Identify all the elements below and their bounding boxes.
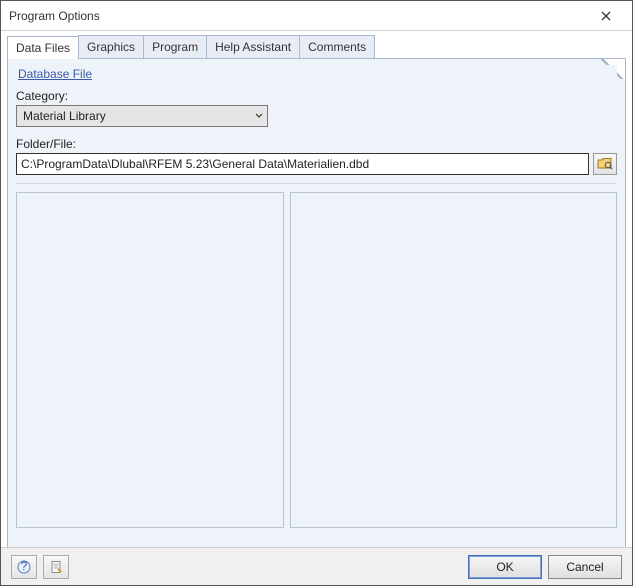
cancel-button[interactable]: Cancel bbox=[548, 555, 622, 579]
window-title: Program Options bbox=[9, 9, 100, 23]
group-title: Database File bbox=[16, 65, 617, 85]
search-folder-icon bbox=[597, 157, 613, 171]
right-panel bbox=[290, 192, 617, 528]
tab-comments[interactable]: Comments bbox=[299, 35, 375, 58]
category-value: Material Library bbox=[23, 109, 106, 123]
tab-body: Database File Category: Material Library… bbox=[7, 59, 626, 551]
title-bar: Program Options bbox=[1, 1, 632, 31]
document-icon bbox=[49, 560, 63, 574]
ok-label: OK bbox=[496, 560, 513, 574]
default-button[interactable] bbox=[43, 555, 69, 579]
tab-label: Program bbox=[152, 40, 198, 54]
footer-right: OK Cancel bbox=[468, 555, 622, 579]
category-label: Category: bbox=[16, 89, 617, 103]
database-file-section: Database File Category: Material Library… bbox=[16, 65, 617, 184]
tab-strip: Data Files Graphics Program Help Assista… bbox=[7, 35, 626, 59]
left-panel bbox=[16, 192, 284, 528]
ok-button[interactable]: OK bbox=[468, 555, 542, 579]
folder-row: C:\ProgramData\Dlubal\RFEM 5.23\General … bbox=[16, 153, 617, 175]
folder-file-value: C:\ProgramData\Dlubal\RFEM 5.23\General … bbox=[21, 157, 369, 171]
close-icon bbox=[601, 11, 611, 21]
cancel-label: Cancel bbox=[566, 560, 603, 574]
chevron-down-icon bbox=[255, 113, 263, 119]
tab-label: Data Files bbox=[16, 41, 70, 55]
tab-area: Data Files Graphics Program Help Assista… bbox=[7, 35, 626, 551]
footer-left: ? bbox=[11, 555, 69, 579]
close-button[interactable] bbox=[588, 2, 624, 30]
browse-button[interactable] bbox=[593, 153, 617, 175]
help-icon: ? bbox=[17, 560, 31, 574]
folder-label: Folder/File: bbox=[16, 137, 617, 151]
folder-file-input[interactable]: C:\ProgramData\Dlubal\RFEM 5.23\General … bbox=[16, 153, 589, 175]
tab-label: Comments bbox=[308, 40, 366, 54]
tab-graphics[interactable]: Graphics bbox=[78, 35, 144, 58]
help-button[interactable]: ? bbox=[11, 555, 37, 579]
tab-data-files[interactable]: Data Files bbox=[7, 36, 79, 59]
category-dropdown[interactable]: Material Library bbox=[16, 105, 268, 127]
tab-label: Graphics bbox=[87, 40, 135, 54]
tab-label: Help Assistant bbox=[215, 40, 291, 54]
panels-row bbox=[16, 192, 617, 528]
tab-help-assistant[interactable]: Help Assistant bbox=[206, 35, 300, 58]
tab-program[interactable]: Program bbox=[143, 35, 207, 58]
footer: ? OK Cancel bbox=[1, 547, 632, 585]
svg-text:?: ? bbox=[21, 560, 28, 573]
